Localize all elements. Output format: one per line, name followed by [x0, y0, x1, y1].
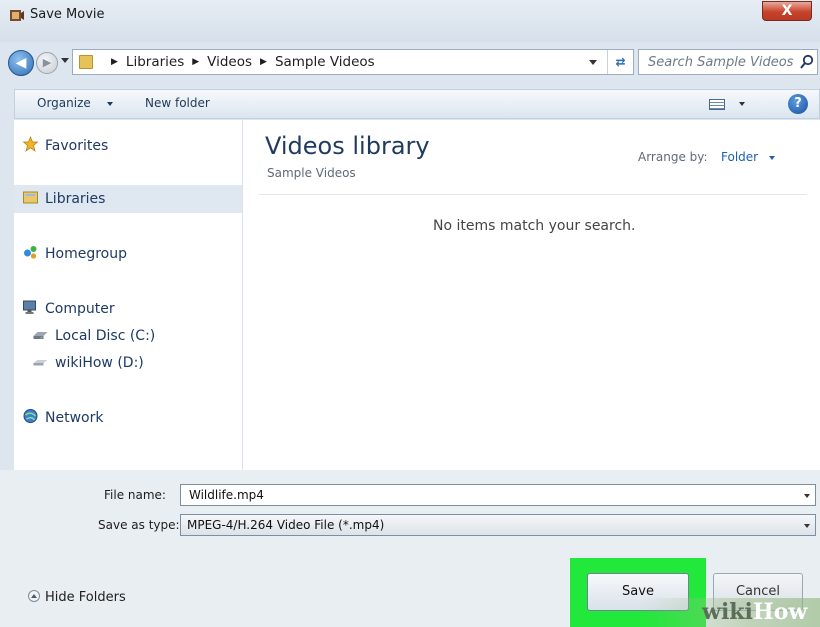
nav-item-computer[interactable]: Computer [22, 299, 115, 323]
content-pane: Videos library Sample Videos Arrange by:… [243, 120, 820, 470]
forward-arrow-icon[interactable]: ▶ [36, 52, 58, 74]
chevron-down-icon[interactable] [804, 494, 810, 498]
empty-results-message: No items match your search. [433, 218, 636, 234]
view-options-dropdown[interactable] [739, 102, 745, 106]
save-as-type-label: Save as type: [98, 518, 180, 532]
nav-label-homegroup: Homegroup [45, 246, 128, 262]
breadcrumb-sample-videos[interactable]: Sample Videos [275, 54, 375, 70]
nav-label-libraries: Libraries [45, 191, 106, 207]
back-arrow-icon[interactable]: ◀ [8, 50, 34, 76]
folder-icon [79, 55, 93, 69]
save-as-type-select[interactable]: MPEG-4/H.264 Video File (*.mp4) [180, 514, 816, 536]
wikihow-watermark: wikiHow [702, 598, 807, 626]
address-bar[interactable]: ▶ Libraries ▶ Videos ▶ Sample Videos ⇄ [72, 49, 634, 75]
chevron-right-icon[interactable]: ▶ [260, 57, 267, 67]
nav-label-favorites: Favorites [45, 138, 109, 154]
nav-item-favorites[interactable]: Favorites [22, 136, 108, 160]
nav-item-network[interactable]: Network [22, 408, 103, 432]
refresh-icon[interactable]: ⇄ [607, 50, 633, 74]
collapse-arrow-icon [28, 590, 40, 602]
library-title: Videos library [265, 132, 430, 160]
hide-folders-toggle[interactable]: Hide Folders [28, 590, 126, 605]
command-toolbar: Organize New folder ? [14, 89, 820, 119]
header-divider [259, 194, 807, 195]
address-row: ◀ ▶ ▶ Libraries ▶ Videos ▶ Sample Videos ⇄ Se… [0, 47, 820, 79]
search-icon[interactable] [799, 54, 815, 70]
nav-item-wikihow-drive[interactable]: wikiHow (D:) [32, 353, 144, 377]
breadcrumb: ▶ Libraries ▶ Videos ▶ Sample Videos [103, 54, 375, 70]
save-movie-dialog: Save Movie X ◀ ▶ ▶ Libraries ▶ Videos ▶ Sampl… [0, 0, 820, 627]
file-name-label: File name: [104, 488, 166, 502]
address-dropdown-icon[interactable] [589, 60, 597, 65]
hide-folders-label: Hide Folders [45, 590, 126, 605]
change-view-icon[interactable] [709, 99, 725, 110]
nav-item-libraries[interactable]: Libraries [22, 189, 105, 213]
nav-label-local-disc: Local Disc (C:) [55, 328, 156, 344]
title-bar: Save Movie X [0, 0, 820, 42]
libraries-icon [23, 191, 38, 204]
star-icon [22, 136, 39, 152]
watermark-wiki: wiki [702, 599, 753, 625]
window-title: Save Movie [30, 7, 105, 22]
library-subtitle: Sample Videos [267, 166, 356, 180]
breadcrumb-videos[interactable]: Videos [207, 54, 252, 70]
homegroup-icon [24, 246, 37, 259]
computer-icon [23, 300, 36, 314]
organize-button[interactable]: Organize [37, 96, 91, 110]
nav-label-wikihow-drive: wikiHow (D:) [55, 355, 144, 371]
search-input[interactable]: Search Sample Videos [638, 49, 818, 75]
nav-label-computer: Computer [45, 301, 115, 317]
close-button[interactable]: X [762, 1, 812, 21]
help-icon[interactable]: ? [788, 94, 808, 114]
recent-pages-dropdown[interactable] [61, 58, 69, 63]
nav-item-homegroup[interactable]: Homegroup [22, 244, 127, 268]
chevron-down-icon[interactable] [804, 524, 810, 528]
watermark-how: How [752, 599, 808, 625]
app-icon [10, 10, 24, 21]
arrange-by-label: Arrange by: [638, 150, 708, 164]
file-name-field[interactable]: Wildlife.mp4 [180, 484, 816, 506]
hard-drive-icon [33, 332, 48, 339]
nav-item-local-disc[interactable]: Local Disc (C:) [32, 326, 155, 350]
arrange-by-dropdown[interactable]: Folder [721, 150, 758, 164]
chevron-right-icon[interactable]: ▶ [192, 57, 199, 67]
chevron-down-icon[interactable] [769, 156, 775, 160]
network-icon [23, 409, 38, 423]
nav-label-network: Network [45, 410, 104, 426]
breadcrumb-libraries[interactable]: Libraries [126, 54, 184, 70]
new-folder-button[interactable]: New folder [145, 96, 210, 110]
chevron-right-icon[interactable]: ▶ [111, 57, 118, 67]
chevron-down-icon[interactable] [107, 102, 113, 106]
search-placeholder: Search Sample Videos [648, 55, 794, 70]
drive-icon [33, 360, 48, 366]
